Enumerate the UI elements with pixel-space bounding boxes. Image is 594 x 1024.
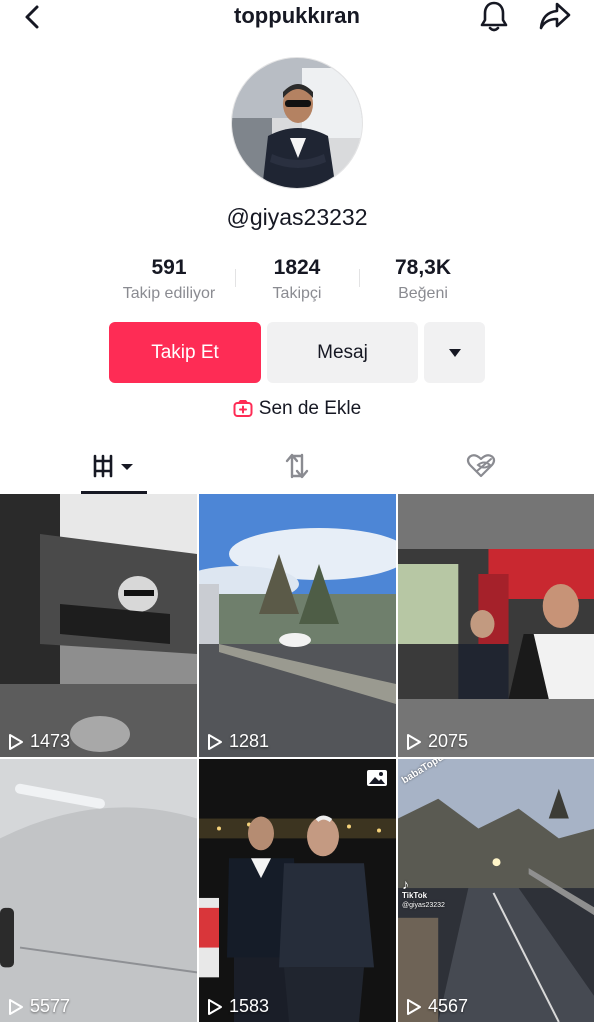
stat-followers-value: 1824 (273, 256, 321, 279)
view-count-value: 2075 (428, 731, 469, 751)
stat-following[interactable]: 591 Takip ediliyor (107, 255, 231, 303)
tiktok-logo-text: TikTok (402, 891, 428, 900)
view-count-value: 1281 (229, 731, 270, 751)
video-thumbnail[interactable]: 5577 (0, 759, 197, 1022)
stat-likes-label: Beğeni (398, 285, 448, 302)
stat-following-value: 591 (151, 256, 187, 279)
stat-likes-value: 78,3K (394, 256, 452, 279)
view-count-value: 1473 (30, 731, 71, 751)
view-count: 2075 (406, 731, 468, 752)
play-icon (208, 733, 222, 750)
video-thumbnail[interactable]: babaTopukkıran ♪ TikTok @giyas23232 4567 (398, 759, 594, 1022)
video-thumbnail-image (199, 759, 396, 1022)
video-grid: 1473 1281 2075 5577 1583 ♪ TikTok @giyas… (0, 494, 594, 1024)
tab-reposts[interactable] (264, 440, 330, 492)
follow-button[interactable]: Takip Et (109, 322, 261, 383)
view-count-value: 5577 (30, 996, 71, 1016)
profile-stats: 591 Takip ediliyor 1824 Takipçi 78,3K Be… (95, 255, 499, 307)
tab-videos[interactable] (81, 440, 147, 492)
tab-liked[interactable] (448, 440, 514, 492)
stat-followers[interactable]: 1824 Takipçi (253, 255, 341, 303)
avatar[interactable] (231, 57, 363, 189)
view-count: 1281 (207, 731, 269, 752)
repost-icon (285, 453, 309, 479)
tiktok-handle: @giyas23232 (402, 902, 445, 909)
add-yours-label: Sen de Ekle (258, 398, 362, 419)
notifications-button[interactable] (476, 0, 512, 32)
view-count: 4567 (406, 996, 468, 1017)
message-button[interactable]: Mesaj (267, 322, 418, 383)
bell-icon (480, 1, 508, 32)
video-thumbnail-image (199, 494, 396, 757)
stat-likes[interactable]: 78,3K Beğeni (377, 255, 469, 303)
liked-hidden-icon (466, 454, 496, 478)
video-grid-icon (93, 454, 133, 478)
video-thumbnail-image (398, 494, 594, 757)
play-icon (407, 998, 421, 1015)
stat-followers-label: Takipçi (272, 285, 322, 302)
view-count: 5577 (8, 996, 70, 1017)
share-button[interactable] (536, 0, 574, 32)
video-thumbnail[interactable]: 1281 (199, 494, 396, 757)
video-thumbnail-image (0, 759, 197, 1022)
tiktok-note-icon: ♪ (402, 876, 409, 892)
stat-divider (359, 269, 360, 287)
view-count-value: 1583 (229, 996, 270, 1016)
play-icon (9, 998, 23, 1015)
view-count-value: 4567 (428, 996, 469, 1016)
stat-following-label: Takip ediliyor (122, 285, 216, 302)
username: @giyas23232 (226, 204, 368, 230)
caret-down-icon (448, 348, 461, 357)
play-icon (208, 998, 222, 1015)
video-thumbnail[interactable]: 1583 (199, 759, 396, 1022)
add-friend-icon (233, 400, 253, 417)
avatar-image (232, 58, 362, 188)
tiktok-logo: ♪ TikTok @giyas23232 (402, 877, 445, 911)
video-thumbnail-image (0, 494, 197, 757)
view-count: 1473 (8, 731, 70, 752)
video-thumbnail[interactable]: 2075 (398, 494, 594, 757)
share-arrow-icon (539, 2, 571, 30)
top-bar: toppukkıran (0, 0, 594, 34)
video-thumbnail[interactable]: 1473 (0, 494, 197, 757)
content-tabs (0, 440, 594, 494)
view-count: 1583 (207, 996, 269, 1017)
play-icon (407, 733, 421, 750)
stat-divider (235, 269, 236, 287)
photo-post-icon (367, 770, 387, 786)
more-options-button[interactable] (424, 322, 485, 383)
add-yours-link[interactable]: Sen de Ekle (0, 398, 594, 420)
play-icon (9, 733, 23, 750)
